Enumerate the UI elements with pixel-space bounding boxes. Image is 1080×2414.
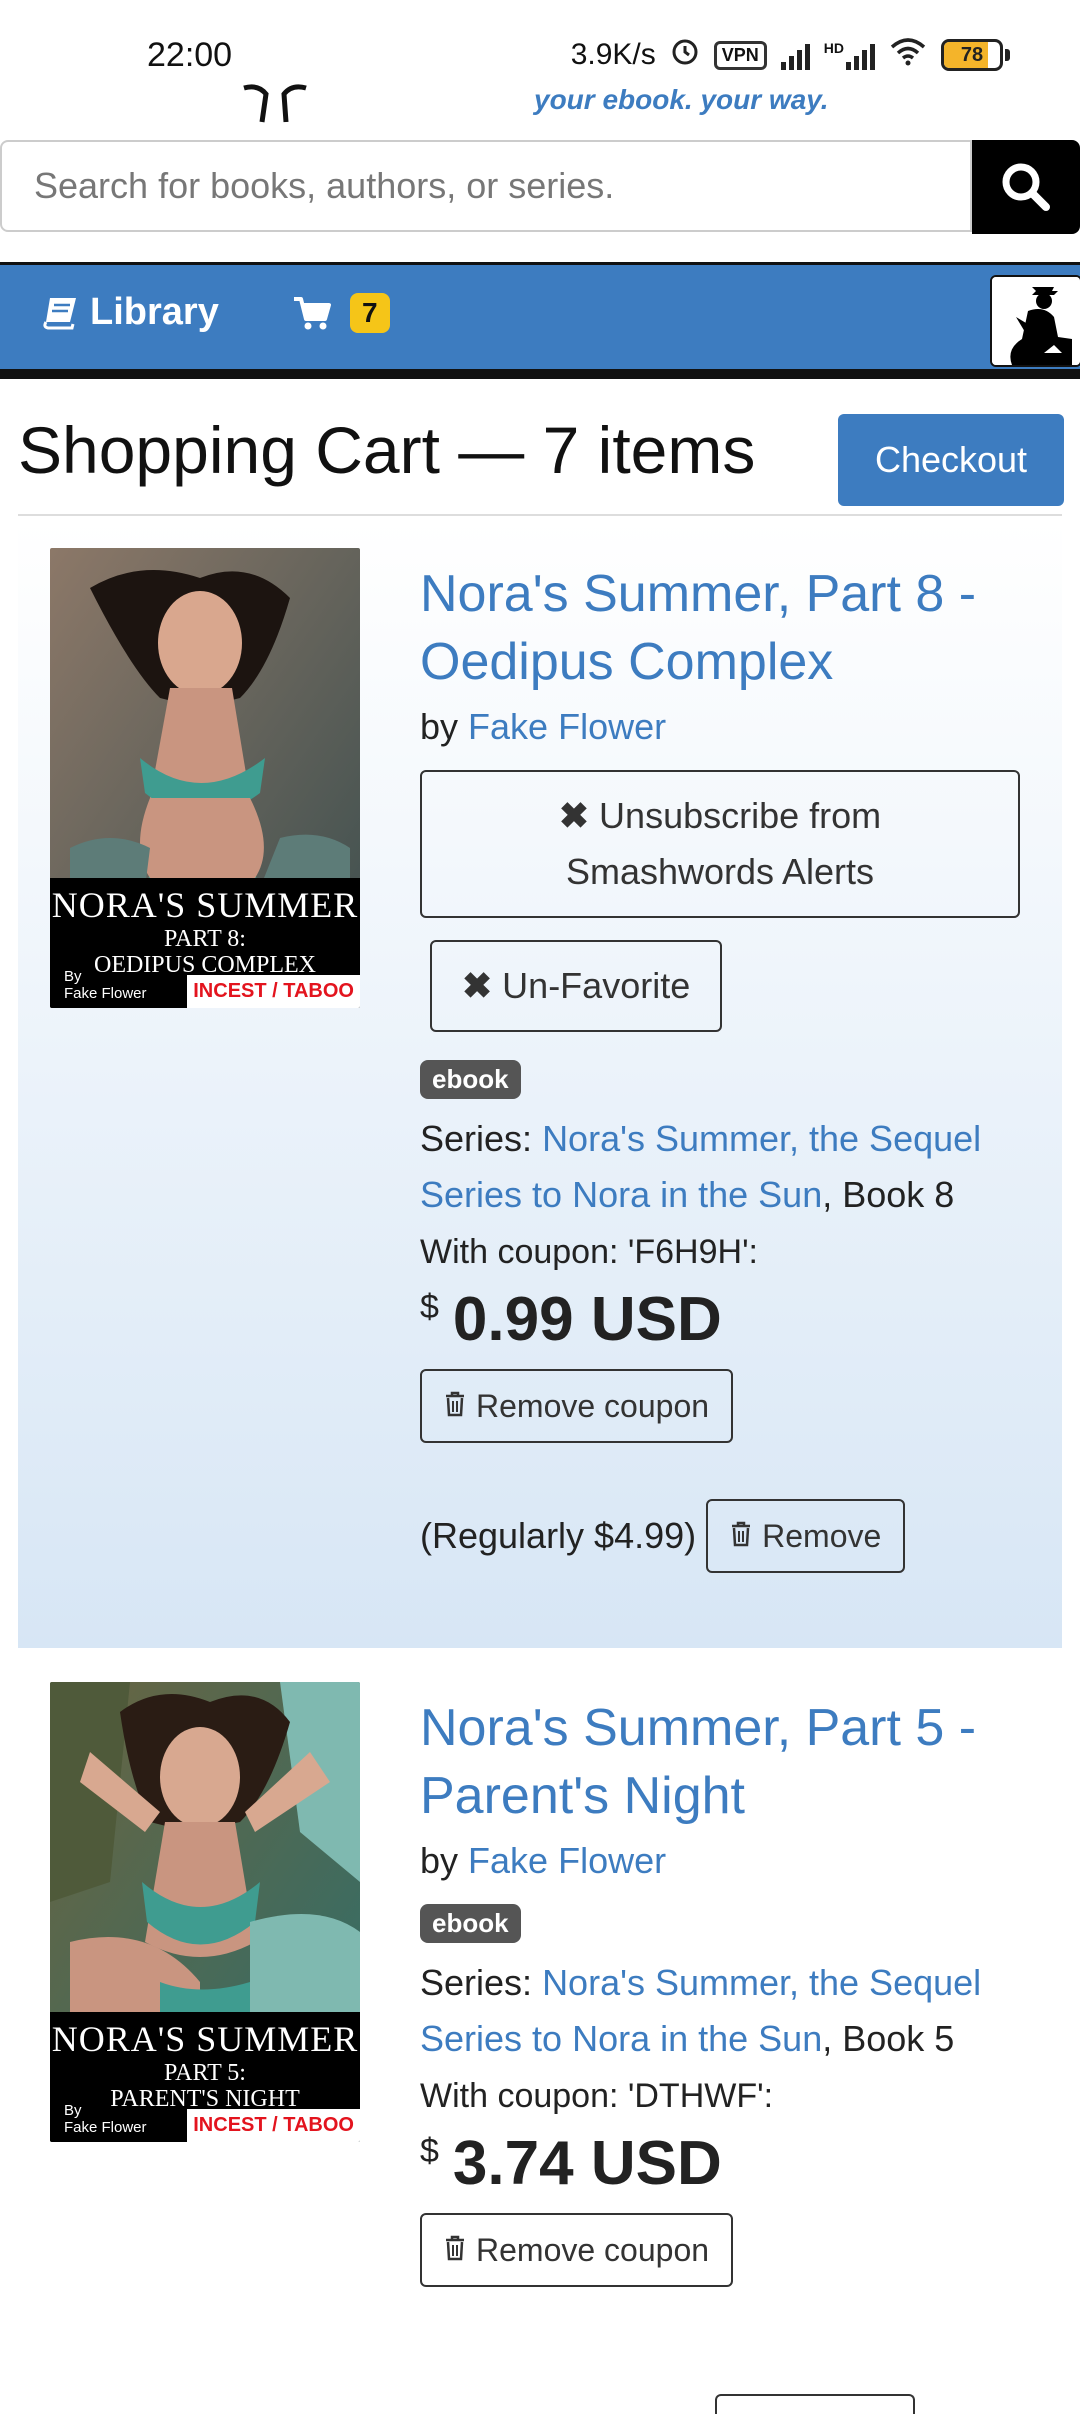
nav-cart-link[interactable]: 7	[292, 293, 390, 333]
cover-by: By	[64, 2102, 82, 2119]
by-label: by	[420, 1840, 459, 1881]
alarm-icon	[670, 36, 700, 74]
book-icon	[43, 297, 76, 329]
book-title-link[interactable]: Nora's Summer, Part 5 - Parent's Night	[420, 1694, 1040, 1830]
book-byline: by Fake Flower	[420, 1840, 1040, 1882]
item-info: Nora's Summer, Part 8 - Oedipus Complex …	[420, 560, 1040, 1573]
remove-coupon-label: Remove coupon	[476, 2231, 710, 2268]
cover-author: Fake Flower	[64, 2119, 147, 2136]
trash-icon	[444, 2232, 466, 2269]
remove-label: Remove	[762, 1517, 882, 1554]
by-label: by	[420, 706, 459, 747]
trash-icon	[730, 1518, 752, 1555]
book-title-link[interactable]: Nora's Summer, Part 8 - Oedipus Complex	[420, 560, 1040, 696]
cover-byline: By Fake Flower	[64, 2102, 147, 2136]
remove-coupon-button[interactable]: Remove coupon	[420, 1369, 734, 1443]
format-badge: ebook	[420, 1060, 521, 1099]
cover-by: By	[64, 968, 82, 985]
search-button[interactable]	[972, 140, 1080, 234]
main-navbar: Library 7	[0, 262, 1080, 379]
regular-price: (Regularly $4.99)	[420, 1515, 697, 1556]
series-book-number: , Book 5	[822, 2018, 955, 2059]
status-bar: 22:00 3.9K/s VPN HD 78	[0, 0, 1080, 88]
cell-signal-icon	[780, 40, 810, 70]
battery-icon: 78	[941, 39, 1010, 71]
wifi-icon	[889, 36, 927, 74]
series-prefix: Series:	[420, 1962, 533, 2003]
site-tagline: your ebook. your way.	[534, 84, 829, 115]
price-currency: $	[420, 2132, 439, 2170]
page-title: Shopping Cart — 7 items	[18, 413, 756, 487]
search-icon	[1002, 163, 1050, 211]
cover-byline: By Fake Flower	[64, 968, 147, 1002]
cover-title: NORA'S SUMMER	[51, 885, 359, 925]
remove-coupon-button[interactable]: Remove coupon	[420, 2213, 734, 2287]
unsubscribe-alerts-button[interactable]: ✖ Unsubscribe from Smashwords Alerts	[420, 770, 1020, 918]
cover-author: Fake Flower	[64, 985, 147, 1002]
regular-price-row: (Regularly $4.99) Remove	[420, 1499, 1040, 1573]
series-info: Series: Nora's Summer, the Sequel Series…	[420, 1111, 1040, 1223]
status-icons: 3.9K/s VPN HD 78	[571, 36, 1010, 74]
format-badge: ebook	[420, 1904, 521, 1943]
close-icon: ✖	[462, 965, 493, 1006]
cover-genre-tag: INCEST / TABOO	[187, 2109, 360, 2142]
book-cover[interactable]: NORA'S SUMMER PART 8: OEDIPUS COMPLEX By…	[50, 548, 360, 1008]
author-link[interactable]: Fake Flower	[468, 1840, 666, 1881]
cover-title: NORA'S SUMMER	[51, 2019, 359, 2059]
price: $ 3.74 USD	[420, 2128, 1040, 2199]
coupon-text: With coupon: 'DTHWF':	[420, 2077, 774, 2115]
series-book-number: , Book 8	[822, 1174, 955, 1215]
cart-item: NORA'S SUMMER PART 8: OEDIPUS COMPLEX By…	[18, 520, 1062, 1648]
author-link[interactable]: Fake Flower	[468, 706, 666, 747]
book-byline: by Fake Flower	[420, 706, 1040, 748]
item-info: Nora's Summer, Part 5 - Parent's Night b…	[420, 1694, 1040, 2287]
search-input[interactable]	[0, 140, 972, 232]
coupon-text: With coupon: 'F6H9H':	[420, 1233, 759, 1271]
unfavorite-label: Un-Favorite	[502, 965, 691, 1006]
battery-level: 78	[960, 43, 984, 66]
series-info: Series: Nora's Summer, the Sequel Series…	[420, 1955, 1040, 2067]
remove-coupon-label: Remove coupon	[476, 1387, 710, 1424]
series-prefix: Series:	[420, 1118, 533, 1159]
net-speed: 3.9K/s	[570, 38, 656, 71]
status-time: 22:00	[147, 36, 233, 74]
price-amount: 0.99 USD	[452, 1285, 722, 1354]
remove-item-button[interactable]: Remove	[706, 1499, 906, 1573]
hd-label: HD	[823, 40, 844, 56]
unsubscribe-label: Unsubscribe from Smashwords Alerts	[565, 795, 882, 892]
checkout-button[interactable]: Checkout	[838, 414, 1064, 506]
vpn-icon: VPN	[713, 40, 767, 70]
cart-icon	[294, 297, 331, 330]
close-icon: ✖	[558, 795, 590, 836]
trash-icon	[444, 1388, 466, 1425]
site-logo[interactable]	[240, 82, 310, 128]
cover-part: PART 5:	[164, 2060, 246, 2086]
cover-title-band: NORA'S SUMMER PART 8: OEDIPUS COMPLEX By…	[50, 878, 360, 1008]
nav-library-link[interactable]: Library	[42, 291, 219, 334]
price-amount: 3.74 USD	[452, 2129, 722, 2198]
remove-item-button[interactable]	[715, 2394, 915, 2414]
cell-signal-hd-icon: HD	[824, 40, 875, 70]
search-bar	[0, 140, 1080, 234]
divider	[18, 514, 1062, 516]
cart-item: NORA'S SUMMER PART 5: PARENT'S NIGHT By F…	[18, 1660, 1062, 2414]
reader-silhouette-icon	[992, 277, 1080, 365]
user-avatar[interactable]	[990, 275, 1080, 367]
cover-part: PART 8:	[164, 926, 246, 952]
price: $ 0.99 USD	[420, 1284, 1040, 1355]
nav-library-label: Library	[90, 291, 219, 333]
cover-genre-tag: INCEST / TABOO	[187, 975, 360, 1008]
unfavorite-button[interactable]: ✖ Un-Favorite	[430, 940, 723, 1032]
cart-count-badge: 7	[350, 293, 390, 333]
price-currency: $	[420, 1288, 439, 1326]
cover-title-band: NORA'S SUMMER PART 5: PARENT'S NIGHT By F…	[50, 2012, 360, 2142]
book-cover[interactable]: NORA'S SUMMER PART 5: PARENT'S NIGHT By F…	[50, 1682, 360, 2142]
